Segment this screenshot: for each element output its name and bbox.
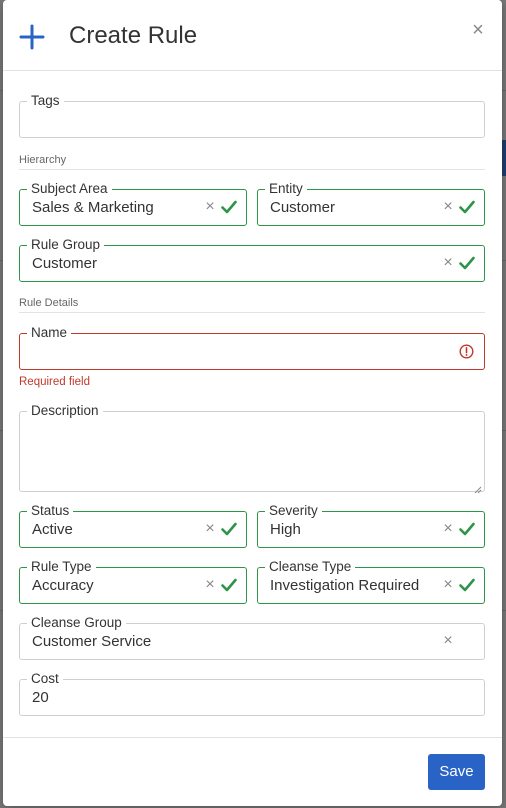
rule-type-label: Rule Type xyxy=(27,559,96,575)
severity-select[interactable]: Severity High × xyxy=(257,503,485,548)
clear-icon[interactable]: × xyxy=(441,632,455,650)
severity-value: High xyxy=(270,521,301,538)
name-input[interactable]: Name xyxy=(19,325,485,370)
rule-type-select[interactable]: Rule Type Accuracy × xyxy=(19,559,247,604)
clear-icon[interactable]: × xyxy=(203,520,217,538)
tags-field[interactable]: Tags xyxy=(19,93,485,138)
dialog-header: Create Rule × xyxy=(3,0,502,71)
clear-icon[interactable]: × xyxy=(441,576,455,594)
cost-value: 20 xyxy=(32,689,49,706)
check-icon xyxy=(221,578,237,592)
resize-handle-icon[interactable] xyxy=(474,481,482,494)
cleanse-type-value: Investigation Required xyxy=(270,577,420,594)
status-select[interactable]: Status Active × xyxy=(19,503,247,548)
cleanse-group-value: Customer Service xyxy=(32,633,152,650)
close-icon[interactable]: × xyxy=(469,19,487,41)
status-label: Status xyxy=(27,503,74,519)
cleanse-group-label: Cleanse Group xyxy=(27,615,126,631)
clear-icon[interactable]: × xyxy=(441,254,455,272)
entity-label: Entity xyxy=(265,181,307,197)
check-icon xyxy=(221,200,237,214)
section-heading-hierarchy: Hierarchy xyxy=(19,154,67,166)
clear-icon[interactable]: × xyxy=(203,198,217,216)
status-value: Active xyxy=(32,521,73,538)
cleanse-type-select[interactable]: Cleanse Type Investigation Required × xyxy=(257,559,485,604)
cost-label: Cost xyxy=(27,671,63,687)
severity-label: Severity xyxy=(265,503,322,519)
cost-input[interactable]: Cost 20 xyxy=(19,671,485,716)
rule-group-select[interactable]: Rule Group Customer × xyxy=(19,237,485,282)
description-textarea[interactable]: Description xyxy=(19,403,485,494)
cleanse-group-select[interactable]: Cleanse Group Customer Service × xyxy=(19,615,485,660)
check-icon xyxy=(459,200,475,214)
subject-area-select[interactable]: Subject Area Sales & Marketing × xyxy=(19,181,247,226)
save-button[interactable]: Save xyxy=(428,754,485,790)
footer-divider xyxy=(3,737,502,738)
clear-icon[interactable]: × xyxy=(203,576,217,594)
rule-group-label: Rule Group xyxy=(27,237,105,253)
create-rule-dialog: Create Rule × Tags Hierarchy Subject Are… xyxy=(3,0,502,806)
error-circle-icon xyxy=(459,344,474,359)
check-icon xyxy=(459,522,475,536)
section-divider xyxy=(19,169,485,170)
check-icon xyxy=(459,578,475,592)
subject-area-label: Subject Area xyxy=(27,181,112,197)
description-label: Description xyxy=(27,403,103,419)
rule-group-value: Customer xyxy=(32,255,98,272)
clear-icon[interactable]: × xyxy=(441,520,455,538)
entity-select[interactable]: Entity Customer × xyxy=(257,181,485,226)
rule-type-value: Accuracy xyxy=(32,577,94,594)
entity-value: Customer xyxy=(270,199,336,216)
check-icon xyxy=(221,522,237,536)
tags-label: Tags xyxy=(27,93,64,109)
name-error-message: Required field xyxy=(19,376,90,388)
dialog-title: Create Rule xyxy=(69,22,198,49)
clear-icon[interactable]: × xyxy=(441,198,455,216)
subject-area-value: Sales & Marketing xyxy=(32,199,154,216)
check-icon xyxy=(459,256,475,270)
plus-icon xyxy=(19,24,45,50)
section-divider xyxy=(19,312,485,313)
section-heading-rule-details: Rule Details xyxy=(19,297,79,309)
cleanse-type-label: Cleanse Type xyxy=(265,559,356,575)
name-label: Name xyxy=(27,325,72,341)
